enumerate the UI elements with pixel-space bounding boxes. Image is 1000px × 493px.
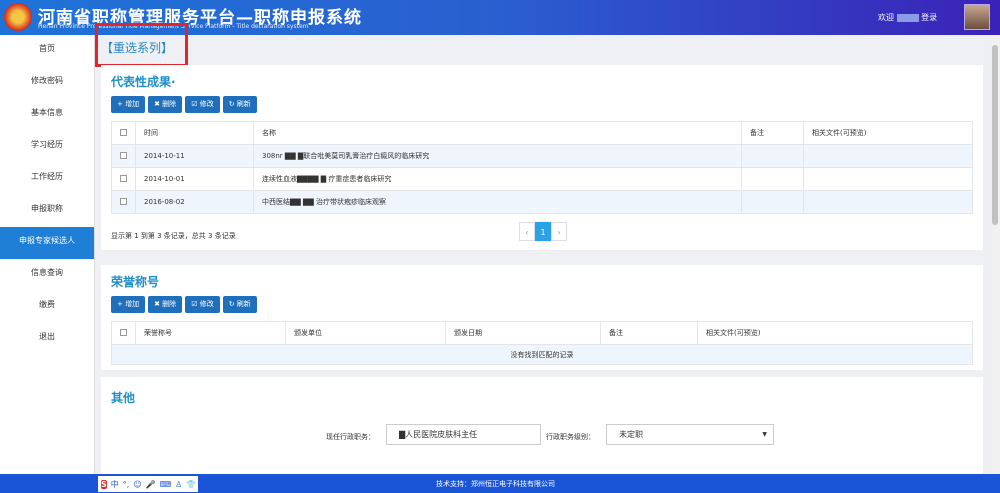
sidebar-item-apply-title[interactable]: 申报职称 — [0, 195, 94, 227]
emoji-icon[interactable]: ☺ — [133, 480, 141, 489]
col-date[interactable]: 颁发日期 — [445, 321, 601, 345]
select-all-checkbox[interactable] — [120, 328, 127, 336]
cell-name: 308nr ▇▇ ▇联合吡美莫司乳膏治疗白癜风的临床研究 — [253, 144, 742, 168]
prev-page-button[interactable]: ‹ — [519, 222, 535, 241]
cell-name: 连续性血液▇▇▇▇ ▇ 疗重症患者临床研究 — [253, 167, 742, 191]
sidebar-item-change-password[interactable]: 修改密码 — [0, 67, 94, 99]
level-value: 未定职 — [619, 430, 643, 439]
sidebar-item-logout[interactable]: 退出 — [0, 323, 94, 355]
cell-files — [803, 190, 973, 214]
user-icon[interactable]: ♙ — [175, 480, 182, 489]
table-row[interactable]: 2014-10-01 连续性血液▇▇▇▇ ▇ 疗重症患者临床研究 — [111, 167, 973, 191]
sidebar-item-query[interactable]: 信息查询 — [0, 259, 94, 291]
cell-files — [803, 167, 973, 191]
table-row[interactable]: 2016-08-02 中西医结▇▇ ▇▇ 治疗带状疱疹临床观察 — [111, 190, 973, 214]
col-files[interactable]: 相关文件(可预览) — [697, 321, 973, 345]
col-time[interactable]: 时间 — [135, 121, 254, 145]
add-button[interactable]: + 增加 — [111, 96, 146, 113]
col-issuer[interactable]: 颁发单位 — [285, 321, 446, 345]
position-label: 现任行政职务： — [326, 433, 375, 441]
welcome-label: 欢迎 — [878, 13, 894, 22]
toolbox-icon[interactable]: ▦ — [200, 480, 208, 489]
honors-title: 荣誉称号 — [111, 275, 160, 289]
row-checkbox[interactable] — [120, 197, 127, 205]
sogou-icon[interactable]: S — [101, 479, 107, 489]
achievements-panel: 代表性成果· + 增加 ✖ 删除 ☑ 修改 ↻ 刷新 时间 名称 备注 相关文件… — [101, 65, 983, 250]
redacted-username — [896, 13, 919, 22]
microphone-icon[interactable]: 🎤 — [146, 480, 156, 489]
sidebar-item-education[interactable]: 学习经历 — [0, 131, 94, 163]
other-panel: 其他 现任行政职务： ▇人民医院皮肤科主任 行政职务级别： 未定职 ▼ — [101, 377, 983, 474]
refresh-button[interactable]: ↻ 刷新 — [222, 296, 257, 313]
cell-remark — [741, 144, 804, 168]
sidebar-item-home[interactable]: 首页 — [0, 35, 94, 67]
page-1-button[interactable]: 1 — [535, 222, 551, 241]
add-button[interactable]: + 增加 — [111, 296, 146, 313]
col-name[interactable]: 名称 — [253, 121, 742, 145]
level-label: 行政职务级别： — [546, 433, 595, 441]
national-emblem-logo — [4, 3, 32, 31]
cell-time: 2014-10-11 — [135, 144, 254, 168]
honors-panel: 荣誉称号 + 增加 ✖ 删除 ☑ 修改 ↻ 刷新 荣誉称号 颁发单位 颁发日期 … — [101, 265, 983, 370]
ime-toolbar[interactable]: S 中 °, ☺ 🎤 ⌨ ♙ 👕 ▦ — [98, 476, 208, 492]
main-content: 【重选系列】 代表性成果· + 增加 ✖ 删除 ☑ 修改 ↻ 刷新 时间 名称 … — [95, 23, 990, 474]
scrollbar[interactable] — [990, 35, 1000, 474]
delete-button[interactable]: ✖ 删除 — [148, 96, 183, 113]
position-input[interactable]: ▇人民医院皮肤科主任 — [386, 424, 541, 445]
sidebar: 首页 修改密码 基本信息 学习经历 工作经历 申报职称 申报专家候选人 信息查询… — [0, 35, 95, 474]
cell-name: 中西医结▇▇ ▇▇ 治疗带状疱疹临床观察 — [253, 190, 742, 214]
col-files[interactable]: 相关文件(可预览) — [803, 121, 973, 145]
cell-files — [803, 144, 973, 168]
col-honor[interactable]: 荣誉称号 — [135, 321, 286, 345]
level-select[interactable]: 未定职 ▼ — [606, 424, 774, 445]
keyboard-icon[interactable]: ⌨ — [160, 480, 172, 489]
col-remark[interactable]: 备注 — [741, 121, 804, 145]
sidebar-item-basic-info[interactable]: 基本信息 — [0, 99, 94, 131]
refresh-button[interactable]: ↻ 刷新 — [222, 96, 257, 113]
honors-table: 荣誉称号 颁发单位 颁发日期 备注 相关文件(可预览) 没有找到匹配的记录 — [111, 321, 973, 365]
other-title: 其他 — [111, 391, 136, 405]
cell-remark — [741, 190, 804, 214]
cell-remark — [741, 167, 804, 191]
sidebar-item-payment[interactable]: 缴费 — [0, 291, 94, 323]
pagination: ‹ 1 › — [519, 222, 567, 241]
table-row[interactable]: 2014-10-11 308nr ▇▇ ▇联合吡美莫司乳膏治疗白癜风的临床研究 — [111, 144, 973, 168]
chevron-down-icon: ▼ — [762, 431, 767, 438]
edit-button[interactable]: ☑ 修改 — [185, 296, 220, 313]
chinese-mode-icon[interactable]: 中 — [111, 479, 119, 490]
cell-time: 2014-10-01 — [135, 167, 254, 191]
login-link[interactable]: 登录 — [921, 13, 937, 22]
row-checkbox[interactable] — [120, 151, 127, 159]
cell-time: 2016-08-02 — [135, 190, 254, 214]
tech-support-text: 技术支持：郑州恒正电子科技有限公司 — [436, 480, 555, 488]
col-remark[interactable]: 备注 — [600, 321, 698, 345]
footer: S 中 °, ☺ 🎤 ⌨ ♙ 👕 ▦ 技术支持：郑州恒正电子科技有限公司 — [0, 474, 1000, 493]
scrollbar-thumb[interactable] — [992, 45, 998, 225]
sidebar-item-work[interactable]: 工作经历 — [0, 163, 94, 195]
pagination-summary: 显示第 1 到第 3 条记录，总共 3 条记录 — [111, 232, 236, 240]
welcome-text: 欢迎 登录 — [878, 12, 937, 23]
skin-icon[interactable]: 👕 — [186, 480, 196, 489]
achievements-title: 代表性成果· — [111, 75, 176, 89]
delete-button[interactable]: ✖ 删除 — [148, 296, 183, 313]
edit-button[interactable]: ☑ 修改 — [185, 96, 220, 113]
next-page-button[interactable]: › — [551, 222, 567, 241]
sidebar-item-expert-candidate[interactable]: 申报专家候选人 — [0, 227, 94, 259]
punctuation-icon[interactable]: °, — [123, 480, 130, 489]
select-all-checkbox[interactable] — [120, 128, 127, 136]
highlight-box — [95, 23, 188, 67]
avatar[interactable] — [964, 4, 990, 30]
empty-message: 没有找到匹配的记录 — [111, 344, 973, 365]
achievements-table: 时间 名称 备注 相关文件(可预览) 2014-10-11 308nr ▇▇ ▇联… — [111, 121, 973, 214]
row-checkbox[interactable] — [120, 174, 127, 182]
